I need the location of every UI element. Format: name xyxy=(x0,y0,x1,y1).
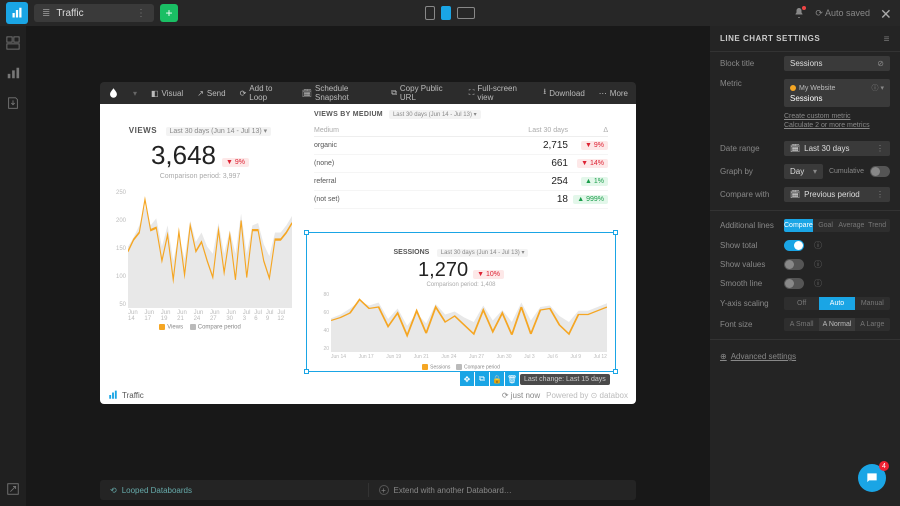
settings-panel: LINE CHART SETTINGS≡ Block title Session… xyxy=(710,26,900,506)
tab-title: Traffic xyxy=(56,8,83,19)
rail-expand-icon[interactable] xyxy=(6,482,20,496)
link-custom-metric[interactable]: Create custom metric xyxy=(784,113,890,120)
table-row: referral254▲ 1% xyxy=(314,173,608,191)
notifications-icon[interactable] xyxy=(793,7,805,19)
new-tab-button[interactable]: + xyxy=(160,4,178,22)
additional-lines-seg: Compare Goal Average Trend xyxy=(784,219,890,232)
date-range-select[interactable]: 🗓 Last 30 days⋮ xyxy=(784,141,890,156)
sessions-chart: 80604020 Jun 14Jun 17Jun 19Jun 21Jun 24J… xyxy=(315,292,607,362)
metric-picker[interactable]: My Websiteⓘ ▾ Sessions xyxy=(784,79,890,107)
seg-yscale-auto[interactable]: Auto xyxy=(819,297,854,310)
seg-fs-large[interactable]: A Large xyxy=(855,318,890,331)
seg-average[interactable]: Average xyxy=(838,219,864,232)
panel-menu-icon[interactable]: ≡ xyxy=(884,34,890,45)
device-mobile-icon[interactable] xyxy=(425,6,435,20)
sessions-title: SESSIONS xyxy=(394,249,430,256)
views-change: ▼ 9% xyxy=(222,158,249,167)
sel-move-icon[interactable]: ✥ xyxy=(460,372,474,386)
close-button[interactable]: ✕ xyxy=(880,6,894,20)
table-row: organic2,715▼ 9% xyxy=(314,137,608,155)
panel-heading: LINE CHART SETTINGS≡ xyxy=(710,26,900,52)
left-rail xyxy=(0,26,26,506)
sel-delete-icon[interactable]: 🗑 xyxy=(505,372,519,386)
views-title: VIEWS xyxy=(129,126,157,135)
seg-goal[interactable]: Goal xyxy=(813,219,839,232)
toolbar-visual[interactable]: ◧ Visual xyxy=(151,89,183,98)
footer-loops: ⟲ Looped Databoards + Extend with anothe… xyxy=(100,480,636,500)
table-row: (not set)18▲ 999% xyxy=(314,191,608,209)
views-compare: Comparison period: 3,997 xyxy=(108,173,292,180)
card-views[interactable]: VIEWS Last 30 days (Jun 14 - Jul 13) ▾ 3… xyxy=(100,104,300,334)
droplet-icon[interactable] xyxy=(108,87,119,99)
chat-button[interactable]: 4 xyxy=(858,464,886,492)
views-range[interactable]: Last 30 days (Jun 14 - Jul 13) ▾ xyxy=(166,127,272,136)
resize-handle[interactable] xyxy=(304,230,309,235)
toolbar-more[interactable]: ⋯ More xyxy=(599,89,628,98)
table-row: (none)661▼ 14% xyxy=(314,155,608,173)
canvas[interactable]: ▾ ◧ Visual ↗ Send ⟳ Add to Loop 🗓 Schedu… xyxy=(26,26,710,506)
toolbar-add-loop[interactable]: ⟳ Add to Loop xyxy=(240,84,288,102)
selection-toolbar: ✥ ⧉ 🔒 🗑 Last change: Last 15 days xyxy=(460,372,610,386)
seg-yscale-off[interactable]: Off xyxy=(784,297,819,310)
show-values-toggle[interactable] xyxy=(784,259,804,270)
board-surface[interactable]: VIEWS Last 30 days (Jun 14 - Jul 13) ▾ 3… xyxy=(100,104,636,404)
card-views-by-medium[interactable]: VIEWS BY MEDIUM Last 30 days (Jun 14 - J… xyxy=(306,104,616,224)
link-calculate[interactable]: Calculate 2 or more metrics xyxy=(784,122,890,129)
tab-traffic[interactable]: ≣ Traffic ⋮ xyxy=(34,4,154,22)
font-size-seg: A Small A Normal A Large xyxy=(784,318,890,331)
extend-databoard[interactable]: + Extend with another Databoard… xyxy=(369,485,637,495)
compare-with-select[interactable]: 🗓 Previous period⋮ xyxy=(784,187,890,202)
chat-badge: 4 xyxy=(879,461,889,471)
show-total-toggle[interactable] xyxy=(784,240,804,251)
device-preview xyxy=(425,6,475,20)
cumulative-toggle[interactable] xyxy=(870,166,890,177)
advanced-settings-link[interactable]: ⊕ Advanced settings xyxy=(710,344,900,369)
app-logo[interactable] xyxy=(6,2,28,24)
sessions-range[interactable]: Last 30 days (Jun 14 - Jul 13) ▾ xyxy=(437,249,529,257)
topbar: ≣ Traffic ⋮ + ⟳ Auto saved ✕ xyxy=(0,0,900,26)
graph-by-select[interactable]: Day▾ xyxy=(784,164,823,179)
sel-copy-icon[interactable]: ⧉ xyxy=(475,372,489,386)
device-tablet-icon[interactable] xyxy=(441,6,451,20)
rail-export-icon[interactable] xyxy=(6,96,20,110)
looped-databoards[interactable]: ⟲ Looped Databoards xyxy=(100,486,368,495)
seg-fs-normal[interactable]: A Normal xyxy=(819,318,854,331)
block-title-input[interactable]: Sessions⊘ xyxy=(784,56,890,71)
card-sessions[interactable]: SESSIONS Last 30 days (Jun 14 - Jul 13) … xyxy=(306,232,616,372)
medium-title: VIEWS BY MEDIUM xyxy=(314,111,383,118)
chart-icon xyxy=(108,390,118,400)
sessions-value: 1,270 xyxy=(418,259,468,282)
views-chart: 25020015010050 Jun 14Jun 17Jun 19Jun 21J… xyxy=(108,190,292,320)
rail-layout-icon[interactable] xyxy=(6,36,20,50)
resize-handle[interactable] xyxy=(304,369,309,374)
seg-yscale-manual[interactable]: Manual xyxy=(855,297,890,310)
rail-metrics-icon[interactable] xyxy=(6,66,20,80)
medium-range[interactable]: Last 30 days (Jun 14 - Jul 13) ▾ xyxy=(389,110,481,119)
seg-trend[interactable]: Trend xyxy=(864,219,890,232)
toolbar-copy-url[interactable]: ⧉ Copy Public URL xyxy=(391,84,455,102)
sel-last-change: Last change: Last 15 days xyxy=(520,374,610,385)
toolbar-fullscreen[interactable]: ⛶ Full-screen view xyxy=(469,84,530,102)
seg-compare[interactable]: Compare xyxy=(784,219,813,232)
device-desktop-icon[interactable] xyxy=(457,7,475,19)
sel-lock-icon[interactable]: 🔒 xyxy=(490,372,504,386)
board-footer: Traffic ⟳ just now Powered by ⊙ databox xyxy=(108,390,628,400)
sessions-compare: Comparison period: 1,408 xyxy=(315,282,607,288)
smooth-line-toggle[interactable] xyxy=(784,278,804,289)
sessions-change: ▼ 10% xyxy=(473,270,504,279)
toolbar-download[interactable]: ⭳ Download xyxy=(543,86,584,100)
toolbar-schedule[interactable]: 🗓 Schedule Snapshot xyxy=(302,84,377,102)
toolbar-send[interactable]: ↗ Send xyxy=(197,89,225,98)
clear-icon[interactable]: ⊘ xyxy=(877,59,884,68)
views-value: 3,648 xyxy=(151,140,216,171)
medium-table: Medium Last 30 days Δ organic2,715▼ 9%(n… xyxy=(314,125,608,209)
databoard: ▾ ◧ Visual ↗ Send ⟳ Add to Loop 🗓 Schedu… xyxy=(100,82,636,404)
resize-handle[interactable] xyxy=(613,369,618,374)
yaxis-scaling-seg: Off Auto Manual xyxy=(784,297,890,310)
resize-handle[interactable] xyxy=(613,230,618,235)
autosave-status: ⟳ Auto saved xyxy=(815,8,870,19)
seg-fs-small[interactable]: A Small xyxy=(784,318,819,331)
board-toolbar: ▾ ◧ Visual ↗ Send ⟳ Add to Loop 🗓 Schedu… xyxy=(100,82,636,104)
